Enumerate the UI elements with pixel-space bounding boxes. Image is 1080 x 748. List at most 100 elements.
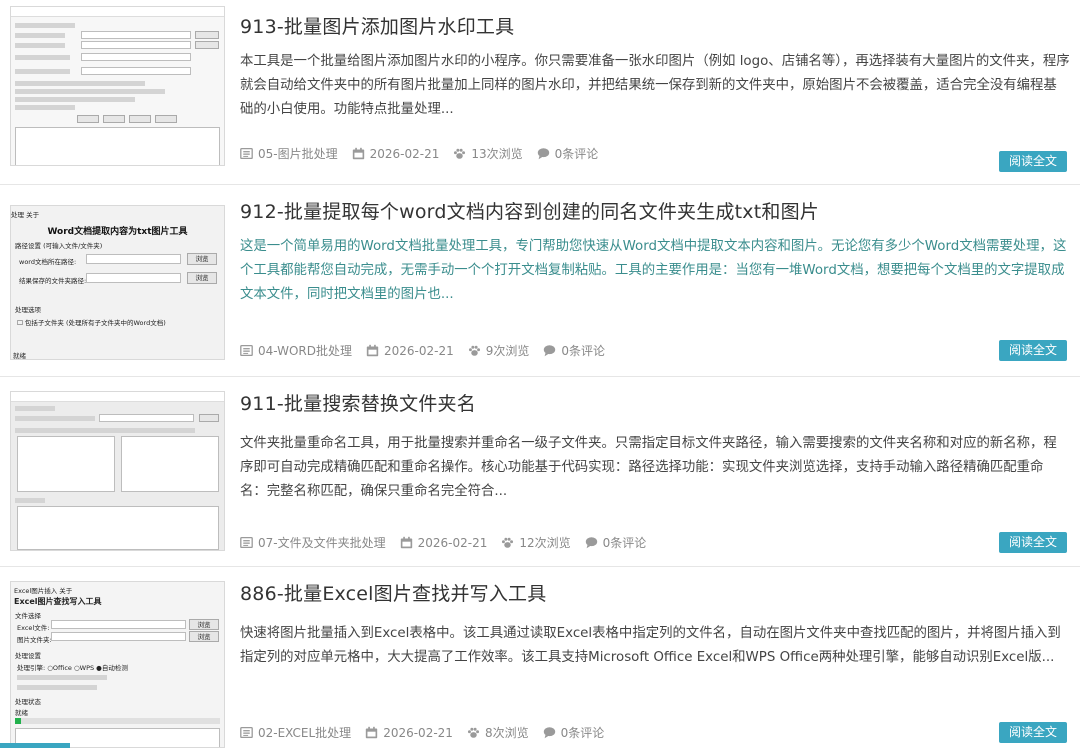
post-date: 2026-02-21 bbox=[383, 725, 453, 740]
category-link[interactable]: 04-WORD批处理 bbox=[258, 342, 352, 359]
post-meta: 05-图片批处理 2026-02-21 13次浏览 0条评论 bbox=[240, 145, 612, 162]
views-meta: 8次浏览 bbox=[467, 724, 529, 741]
thumbnail-field-label: word文档所在路径: bbox=[19, 258, 77, 266]
post-item: 处理 关于 Word文档提取内容为txt图片工具 路径设置 (可输入文件/文件夹… bbox=[0, 185, 1080, 377]
category-meta[interactable]: 04-WORD批处理 bbox=[240, 342, 352, 359]
post-thumbnail[interactable] bbox=[10, 391, 225, 551]
comment-count[interactable]: 0条评论 bbox=[603, 534, 647, 551]
post-excerpt: 快速将图片批量插入到Excel表格中。该工具通过读取Excel表格中指定列的文件… bbox=[240, 626, 1061, 665]
thumbnail-panel bbox=[121, 436, 219, 492]
thumbnail-heading: Word文档提取内容为txt图片工具 bbox=[47, 227, 188, 237]
thumbnail-form bbox=[11, 17, 224, 165]
post-meta: 07-文件及文件夹批处理 2026-02-21 12次浏览 0条评论 bbox=[240, 534, 660, 551]
paw-icon bbox=[454, 148, 466, 159]
comment-count[interactable]: 0条评论 bbox=[561, 724, 605, 741]
thumbnail-section: 路径设置 (可输入文件/文件夹) bbox=[15, 242, 103, 250]
post-item: 911-批量搜索替换文件夹名 文件夹批量重命名工具，用于批量搜索并重命名一级子文… bbox=[0, 377, 1080, 567]
list-icon bbox=[240, 344, 253, 357]
category-meta[interactable]: 05-图片批处理 bbox=[240, 145, 338, 162]
calendar-icon bbox=[400, 536, 412, 549]
category-link[interactable]: 07-文件及文件夹批处理 bbox=[258, 534, 386, 551]
comments-meta[interactable]: 0条评论 bbox=[543, 724, 605, 741]
thumbnail-engine: 处理引擎: ○Office ○WPS ●自动检测 bbox=[17, 664, 128, 672]
comment-count[interactable]: 0条评论 bbox=[555, 145, 599, 162]
view-count: 9次浏览 bbox=[485, 344, 530, 358]
post-date: 2026-02-21 bbox=[384, 343, 454, 358]
thumbnail-log-label: 处理状态 bbox=[15, 698, 41, 706]
read-more-button[interactable]: 阅读全文 bbox=[998, 340, 1067, 361]
list-icon bbox=[240, 726, 253, 739]
date-meta: 2026-02-21 bbox=[366, 344, 454, 358]
list-icon bbox=[240, 147, 253, 160]
thumbnail-browse: 浏览 bbox=[187, 253, 217, 265]
post-excerpt: 这是一个简单易用的Word文档批量处理工具，专门帮助您快速从Word文档中提取文… bbox=[240, 239, 1067, 302]
read-more-button[interactable]: 阅读全文 bbox=[998, 532, 1067, 553]
comment-icon bbox=[537, 148, 549, 160]
post-thumbnail[interactable] bbox=[10, 6, 225, 166]
post-item: 913-批量图片添加图片水印工具 本工具是一个批量给图片添加图片水印的小程序。你… bbox=[0, 0, 1080, 185]
date-meta: 2026-02-21 bbox=[352, 146, 440, 161]
bottom-scroll-indicator bbox=[0, 743, 70, 748]
category-link[interactable]: 02-EXCEL批处理 bbox=[258, 724, 351, 741]
category-meta[interactable]: 07-文件及文件夹批处理 bbox=[240, 534, 386, 551]
comment-icon bbox=[543, 727, 555, 739]
thumbnail-panel bbox=[17, 436, 115, 492]
post-date: 2026-02-21 bbox=[417, 535, 488, 550]
date-meta: 2026-02-21 bbox=[365, 726, 453, 740]
thumbnail-section: 文件选择 bbox=[15, 612, 41, 620]
comment-count[interactable]: 0条评论 bbox=[561, 342, 605, 359]
view-count: 12次浏览 bbox=[519, 536, 571, 550]
read-more-button[interactable]: 阅读全文 bbox=[998, 722, 1067, 743]
date-meta: 2026-02-21 bbox=[400, 535, 488, 550]
post-meta: 02-EXCEL批处理 2026-02-21 8次浏览 0条评论 bbox=[240, 724, 618, 741]
view-count: 13次浏览 bbox=[471, 147, 523, 161]
thumbnail-window-bar bbox=[11, 392, 224, 402]
thumbnail-input bbox=[86, 254, 181, 264]
paw-icon bbox=[467, 727, 479, 738]
post-title[interactable]: 913-批量图片添加图片水印工具 bbox=[240, 12, 514, 39]
views-meta: 13次浏览 bbox=[453, 145, 523, 162]
thumbnail-log bbox=[17, 506, 219, 550]
paw-icon bbox=[468, 345, 480, 356]
post-date: 2026-02-21 bbox=[369, 146, 440, 161]
post-excerpt: 本工具是一个批量给图片添加图片水印的小程序。你只需要准备一张水印图片（例如 lo… bbox=[240, 54, 1070, 117]
thumbnail-heading: Excel图片查找写入工具 bbox=[14, 597, 102, 606]
thumbnail-status: 就绪 bbox=[15, 709, 28, 717]
thumbnail-field-label: 结果保存的文件夹路径: bbox=[19, 277, 87, 285]
thumbnail-field-label: 图片文件夹: bbox=[17, 636, 52, 644]
thumbnail-menu: 处理 关于 bbox=[11, 211, 40, 219]
calendar-icon bbox=[352, 147, 364, 160]
list-icon bbox=[240, 536, 253, 549]
thumbnail-checkbox: ☐ 包括子文件夹 (处理所有子文件夹中的Word文档) bbox=[17, 319, 166, 327]
thumbnail-browse: 浏览 bbox=[187, 272, 217, 284]
thumbnail-menu: Excel图片插入 关于 bbox=[14, 587, 73, 595]
thumbnail-browse: 浏览 bbox=[189, 631, 219, 642]
paw-icon bbox=[502, 537, 514, 548]
post-list: 913-批量图片添加图片水印工具 本工具是一个批量给图片添加图片水印的小程序。你… bbox=[0, 0, 1080, 748]
views-meta: 12次浏览 bbox=[501, 534, 571, 551]
comments-meta[interactable]: 0条评论 bbox=[543, 342, 605, 359]
read-more-button[interactable]: 阅读全文 bbox=[998, 151, 1067, 172]
category-meta[interactable]: 02-EXCEL批处理 bbox=[240, 724, 351, 741]
thumbnail-field-label: Excel文件: bbox=[17, 624, 50, 632]
post-item: Excel图片插入 关于 Excel图片查找写入工具 文件选择 Excel文件:… bbox=[0, 567, 1080, 748]
post-thumbnail[interactable]: Excel图片插入 关于 Excel图片查找写入工具 文件选择 Excel文件:… bbox=[10, 581, 225, 748]
comments-meta[interactable]: 0条评论 bbox=[537, 145, 599, 162]
comments-meta[interactable]: 0条评论 bbox=[585, 534, 647, 551]
thumbnail-input bbox=[51, 620, 186, 629]
thumbnail-progress bbox=[15, 718, 220, 724]
view-count: 8次浏览 bbox=[484, 726, 529, 740]
category-link[interactable]: 05-图片批处理 bbox=[258, 145, 338, 162]
post-thumbnail[interactable]: 处理 关于 Word文档提取内容为txt图片工具 路径设置 (可输入文件/文件夹… bbox=[10, 205, 225, 360]
calendar-icon bbox=[366, 344, 379, 357]
thumbnail-input bbox=[51, 632, 186, 641]
views-meta: 9次浏览 bbox=[468, 342, 530, 359]
comment-icon bbox=[544, 345, 556, 357]
thumbnail-browse: 浏览 bbox=[189, 619, 219, 630]
post-meta: 04-WORD批处理 2026-02-21 9次浏览 0条评论 bbox=[240, 342, 619, 359]
comment-icon bbox=[585, 537, 597, 549]
post-title[interactable]: 912-批量提取每个word文档内容到创建的同名文件夹生成txt和图片 bbox=[240, 197, 819, 224]
post-title[interactable]: 886-批量Excel图片查找并写入工具 bbox=[240, 579, 546, 606]
thumbnail-window-bar bbox=[11, 7, 224, 17]
post-title[interactable]: 911-批量搜索替换文件夹名 bbox=[240, 389, 476, 416]
